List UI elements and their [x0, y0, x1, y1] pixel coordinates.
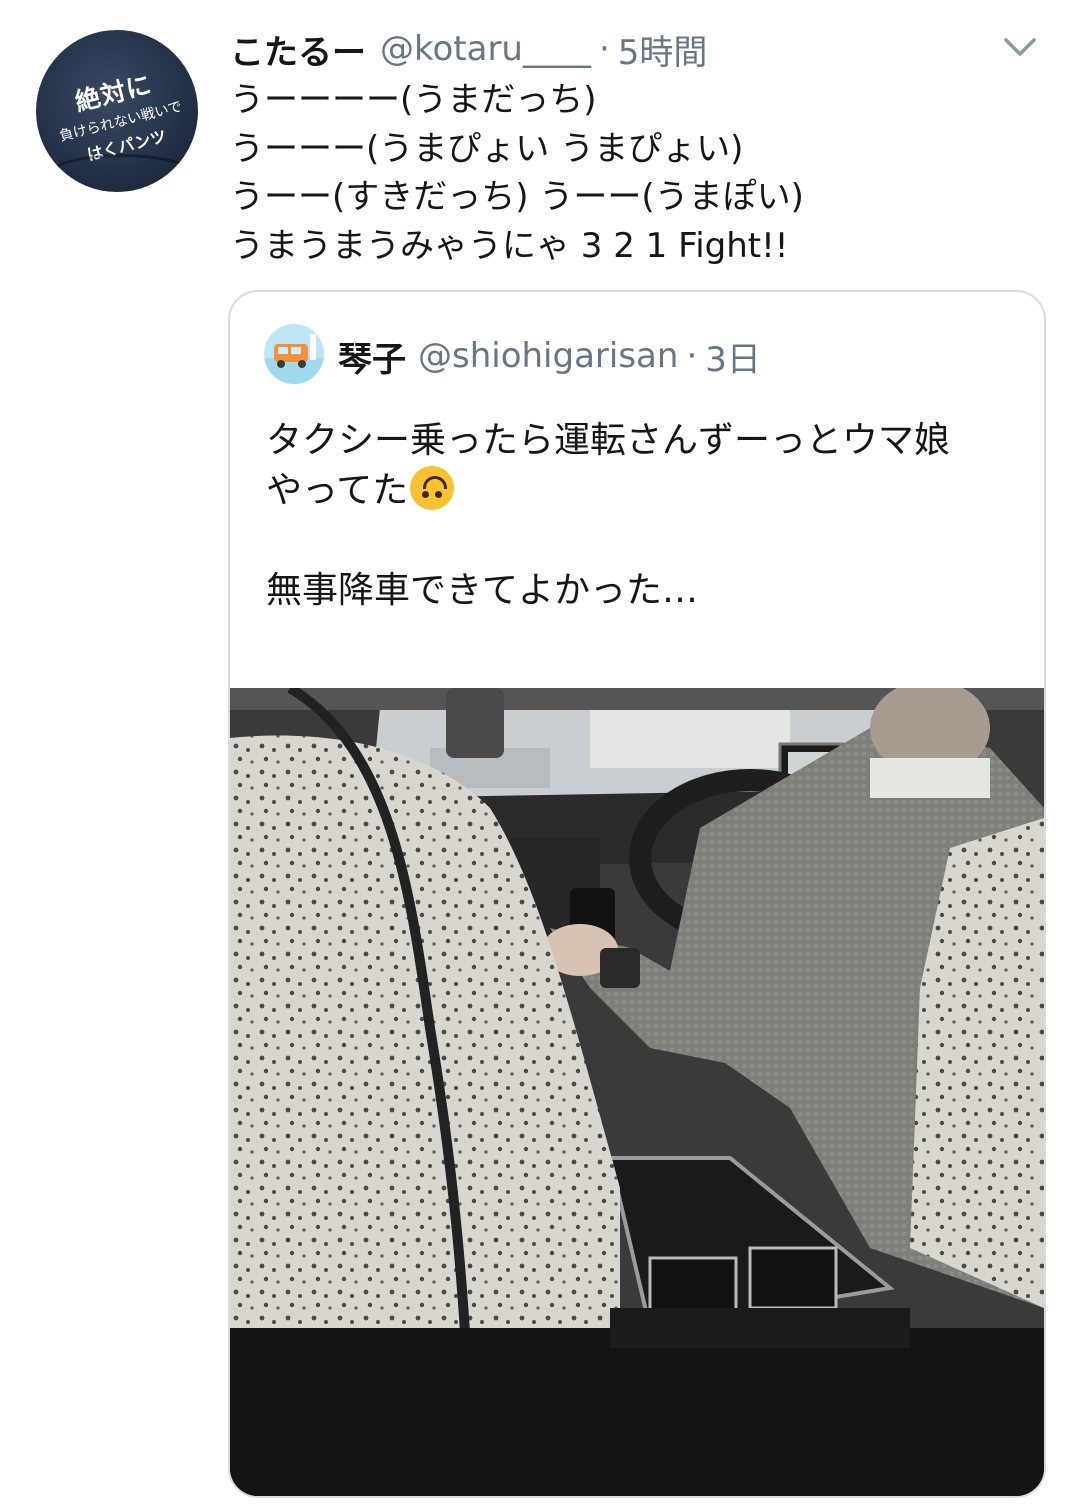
avatar-decoration [44, 154, 198, 192]
display-name[interactable]: こたるー [230, 25, 366, 74]
tweet-header: こたるー @kotaru____ · 5時間 [230, 24, 707, 74]
quoted-line: 無事降車できてよかった… [266, 570, 699, 611]
quoted-avatar-image [264, 324, 324, 384]
quoted-tweet[interactable]: 琴子 @shiohigarisan · 3日 タクシー乗ったら運転さんずーっとウ… [228, 290, 1046, 1498]
quoted-line [266, 516, 1026, 566]
quoted-line: タクシー乗ったら運転さんずーっとウマ娘 [266, 420, 951, 461]
tweet-line: うーー(すきだっち) うーー(うまぽい) [230, 177, 804, 217]
quoted-line-text: やってた [266, 470, 409, 511]
quoted-media-video[interactable] [230, 688, 1044, 1496]
quoted-user-handle[interactable]: @shiohigarisan [418, 336, 678, 376]
user-avatar[interactable]: 絶対に 負けられない戦いで はくパンツ [36, 30, 198, 192]
tweet-timestamp[interactable]: 5時間 [618, 25, 708, 74]
tweet-line: うーーー(うまぴょい うまぴょい) [230, 128, 744, 169]
tweet-text: うーーーー(うまだっち) うーーー(うまぴょい うまぴょい) うーー(すきだっち… [230, 76, 1050, 270]
quoted-line-with-emoji: やってた [266, 466, 1026, 516]
user-handle[interactable]: @kotaru____ [380, 29, 591, 69]
quoted-tweet-header: 琴子 @shiohigarisan · 3日 [338, 332, 761, 380]
tweet-line: うまうまうみゃうにゃ 3 2 1 Fight!! [230, 225, 789, 266]
quoted-tweet-text: タクシー乗ったら運転さんずーっとウマ娘 やってた 無事降車できてよかった… [266, 416, 1026, 616]
chevron-down-icon[interactable] [1000, 30, 1040, 64]
tweet-line: うーーーー(うまだっち) [230, 80, 597, 120]
separator-dot: · [598, 29, 610, 69]
quoted-user-avatar[interactable] [264, 324, 324, 384]
upside-down-face-icon [410, 466, 455, 510]
media-image [230, 688, 1044, 1496]
quoted-display-name[interactable]: 琴子 [338, 332, 406, 381]
quoted-timestamp[interactable]: 3日 [705, 332, 761, 381]
separator-dot: · [686, 336, 698, 376]
